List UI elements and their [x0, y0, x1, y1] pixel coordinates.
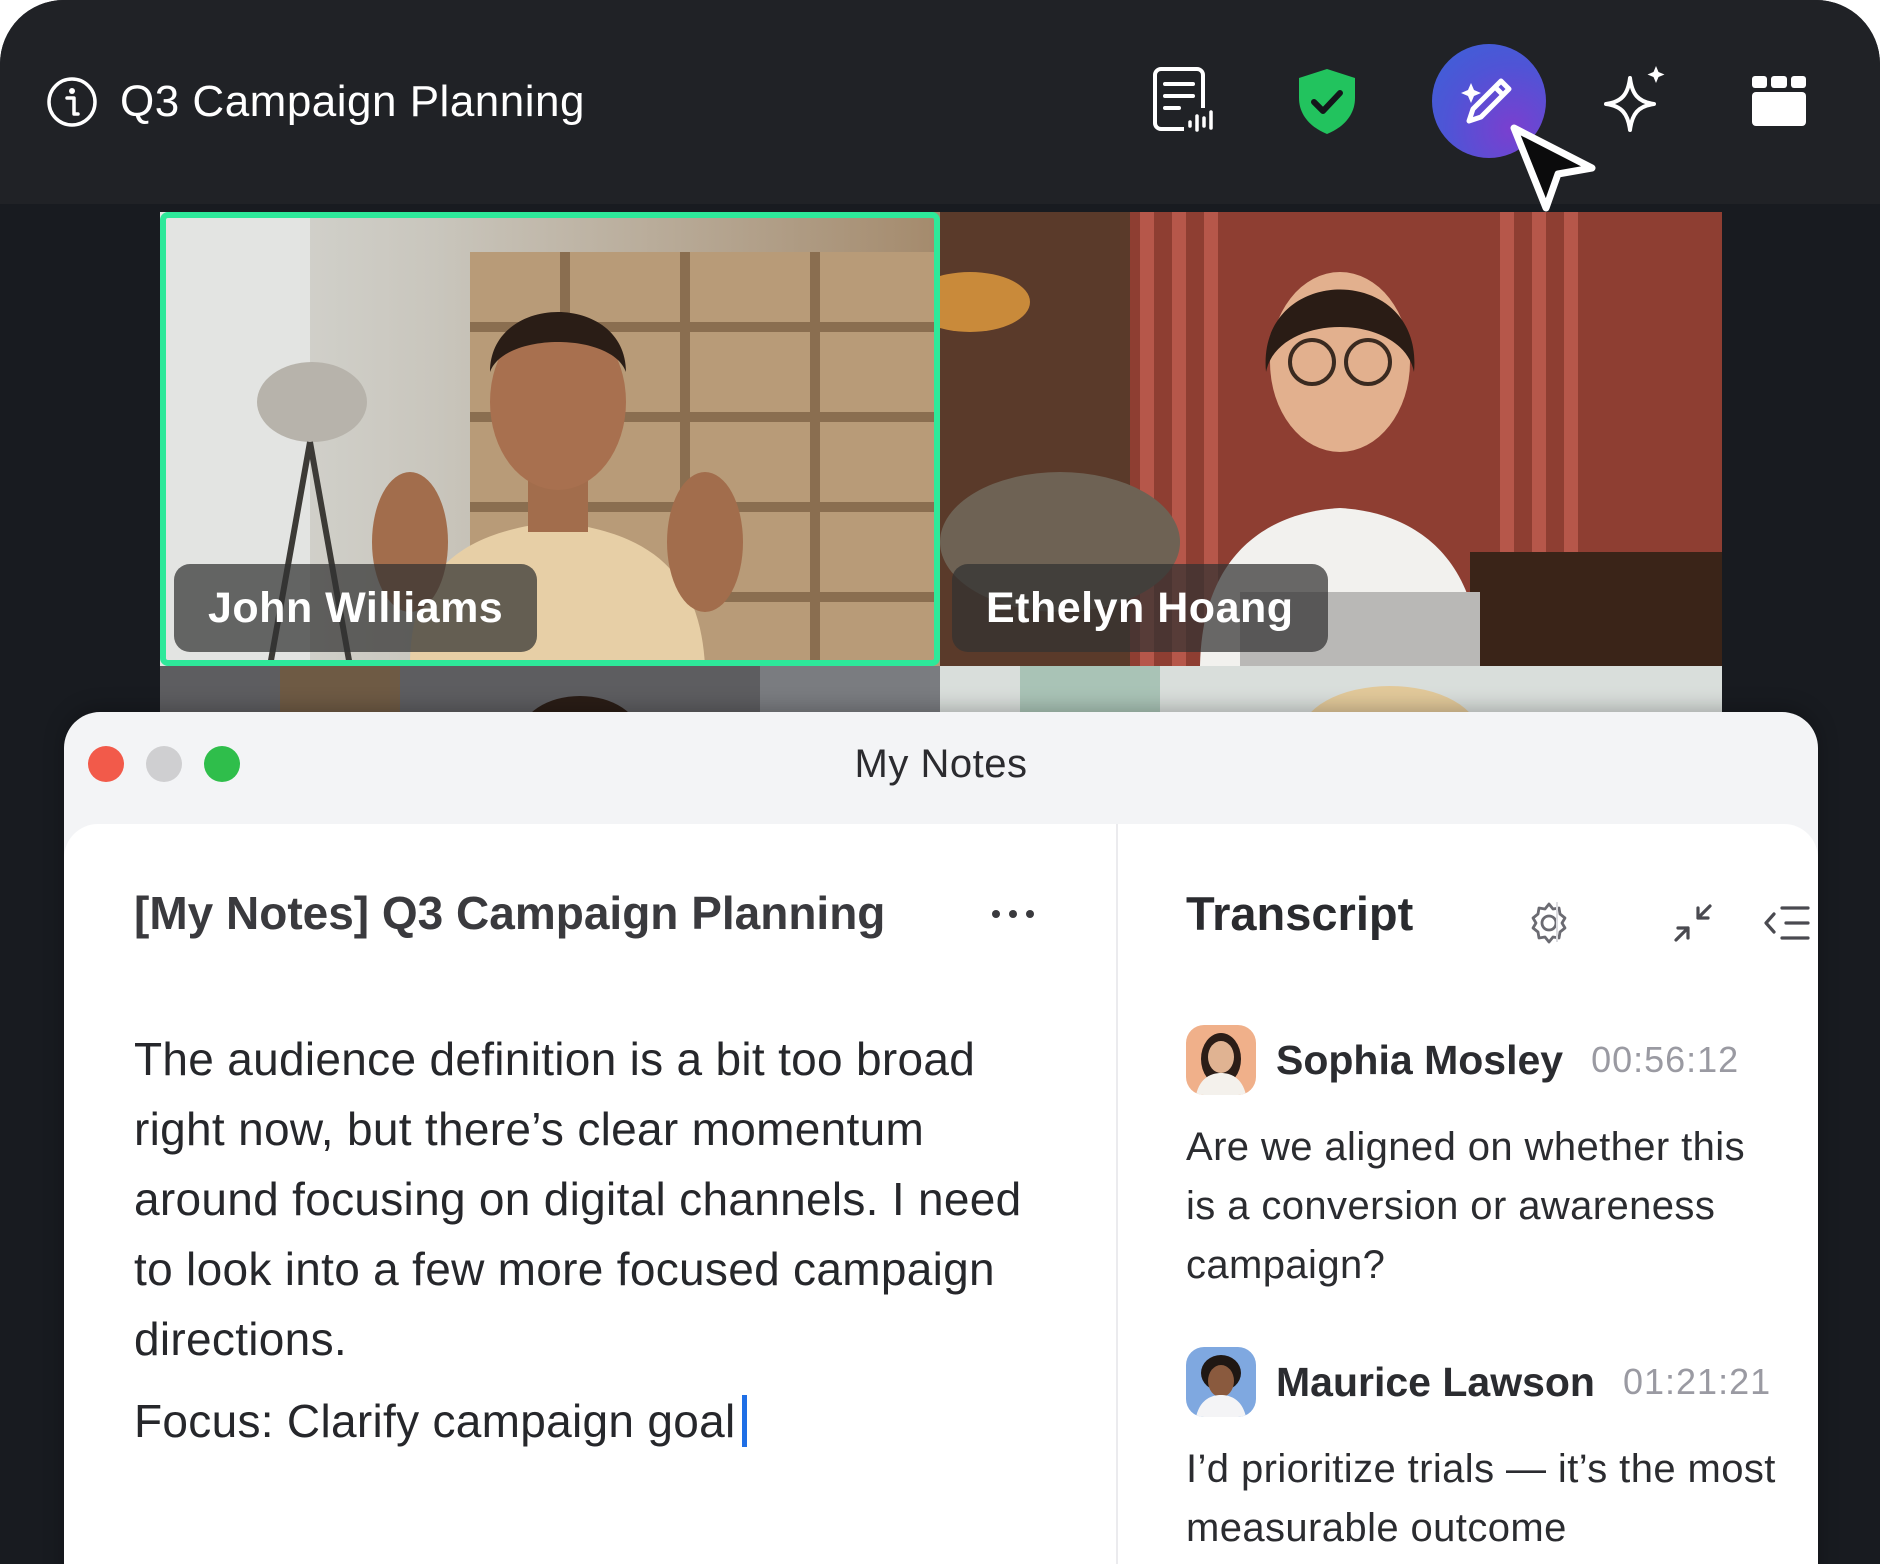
focus-line-text: Focus: Clarify campaign goal [134, 1395, 736, 1447]
mouse-cursor-icon [1510, 124, 1596, 212]
notes-body: [My Notes] Q3 Campaign Planning The audi… [64, 824, 1818, 1564]
meeting-app: Q3 Campaign Planning John Williams Ethel… [0, 0, 1880, 1564]
notes-window: My Notes [My Notes] Q3 Campaign Planning… [64, 712, 1818, 1564]
shield-check-icon[interactable] [1294, 66, 1360, 136]
sparkle-icon[interactable] [1600, 64, 1672, 136]
transcript-entry-header: Sophia Mosley 00:56:12 [1186, 1024, 1786, 1096]
gear-icon[interactable] [1526, 900, 1572, 946]
speaker-name: Maurice Lawson [1276, 1358, 1595, 1405]
video-tile-john[interactable]: John Williams [160, 212, 940, 666]
participant-name-tag: John Williams [174, 564, 538, 652]
info-icon[interactable] [46, 76, 98, 128]
toolbar-separator [1556, 902, 1558, 942]
timestamp[interactable]: 01:21:21 [1623, 1361, 1771, 1403]
document-focus-line[interactable]: Focus: Clarify campaign goal [134, 1386, 747, 1456]
participant-name-tag: Ethelyn Hoang [952, 564, 1328, 652]
collapse-icon[interactable] [1672, 902, 1714, 944]
video-tile-ethelyn[interactable]: Ethelyn Hoang [940, 212, 1722, 666]
panel-divider [1116, 824, 1118, 1564]
window-title: My Notes [854, 742, 1028, 786]
document-body[interactable]: The audience definition is a bit too bro… [134, 1024, 1064, 1374]
transcript-doc-icon[interactable] [1150, 66, 1216, 136]
transcript-text: I’d prioritize trials — it’s the most me… [1186, 1447, 1776, 1550]
grid-view-icon[interactable] [1750, 74, 1808, 128]
transcript-title: Transcript [1186, 887, 1414, 940]
transcript-entry-header: Maurice Lawson 01:21:21 [1186, 1346, 1786, 1418]
more-options-icon[interactable] [988, 904, 1038, 924]
timestamp[interactable]: 00:56:12 [1591, 1039, 1739, 1081]
meeting-title-group: Q3 Campaign Planning [46, 72, 585, 132]
avatar [1186, 1025, 1256, 1095]
avatar [1186, 1347, 1256, 1417]
speaker-name: Sophia Mosley [1276, 1036, 1564, 1083]
transcript-entry: Maurice Lawson 01:21:21 I’d prioritize t… [1186, 1346, 1786, 1558]
text-caret [741, 1395, 747, 1447]
hide-panel-icon[interactable] [1764, 906, 1810, 940]
transcript-text: Are we aligned on whether this is a conv… [1186, 1125, 1745, 1287]
document-title[interactable]: [My Notes] Q3 Campaign Planning [134, 886, 885, 940]
transcript-entry: Sophia Mosley 00:56:12 Are we aligned on… [1186, 1024, 1786, 1295]
meeting-title: Q3 Campaign Planning [120, 77, 585, 126]
